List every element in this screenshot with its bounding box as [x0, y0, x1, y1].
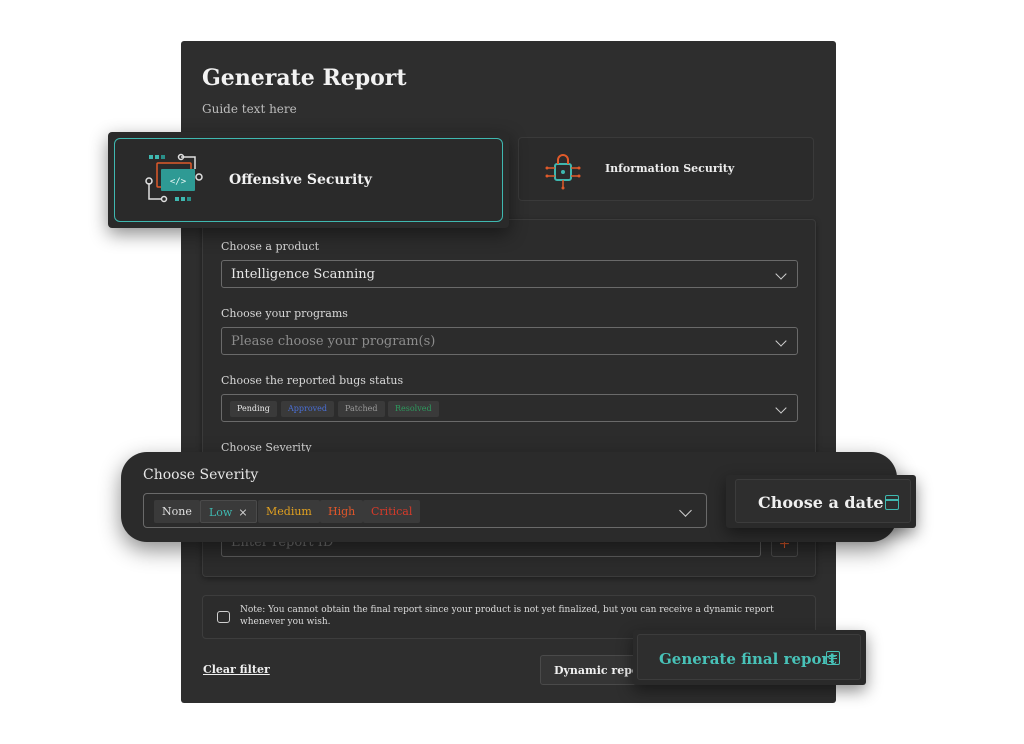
product-label: Choose a product — [221, 240, 320, 253]
status-chip-patched[interactable]: Patched — [338, 401, 385, 417]
generate-final-report-button[interactable]: Generate final report — [633, 630, 866, 685]
choose-date-button[interactable]: Choose a date — [726, 475, 916, 528]
programs-label: Choose your programs — [221, 307, 348, 320]
choose-date-inner: Choose a date — [735, 479, 911, 523]
page-title: Generate Report — [202, 65, 407, 91]
severity-chip-none[interactable]: None — [154, 500, 200, 523]
bugs-status-select[interactable]: Pending Approved Patched Resolved — [221, 394, 798, 422]
severity-chip-low[interactable]: Low × — [200, 500, 257, 523]
category-label-information-security: Information Security — [605, 162, 735, 175]
clear-filter-link[interactable]: Clear filter — [203, 663, 270, 676]
category-card-offensive-security[interactable]: </> Offensive Security — [108, 132, 509, 228]
product-select[interactable]: Intelligence Scanning — [221, 260, 798, 288]
chevron-down-icon — [775, 402, 787, 414]
status-chip-resolved[interactable]: Resolved — [388, 401, 439, 417]
category-label-offensive-security: Offensive Security — [229, 172, 372, 188]
guide-text: Guide text here — [202, 102, 297, 116]
category-card-information-security[interactable]: Information Security — [518, 137, 814, 201]
severity-chip-low-label: Low — [209, 506, 233, 519]
document-icon — [826, 651, 840, 665]
bugs-status-label: Choose the reported bugs status — [221, 374, 404, 387]
product-value: Intelligence Scanning — [231, 267, 375, 282]
choose-date-label: Choose a date — [758, 493, 884, 512]
severity-select[interactable]: None Low × Medium High Critical — [143, 493, 707, 528]
svg-text:</>: </> — [170, 177, 187, 187]
code-window-icon: </> — [145, 153, 203, 203]
message-icon — [217, 611, 230, 623]
chevron-down-icon — [679, 504, 692, 517]
calendar-icon — [885, 495, 899, 510]
severity-chip-critical[interactable]: Critical — [363, 500, 421, 523]
status-chip-approved[interactable]: Approved — [281, 401, 335, 417]
generate-final-report-label: Generate final report — [659, 650, 837, 668]
note-text: Note: You cannot obtain the final report… — [240, 605, 774, 627]
chevron-down-icon — [775, 268, 787, 280]
close-icon[interactable]: × — [238, 506, 247, 519]
programs-select[interactable]: Please choose your program(s) — [221, 327, 798, 355]
status-chip-pending[interactable]: Pending — [230, 401, 277, 417]
lock-circuit-icon — [545, 154, 581, 190]
programs-placeholder: Please choose your program(s) — [231, 334, 436, 349]
severity-label: Choose Severity — [143, 467, 259, 483]
offensive-card-inner: </> Offensive Security — [114, 138, 503, 222]
severity-chip-high[interactable]: High — [320, 500, 364, 523]
severity-chip-medium[interactable]: Medium — [258, 500, 320, 523]
chevron-down-icon — [775, 335, 787, 347]
generate-final-report-inner: Generate final report — [637, 634, 861, 680]
